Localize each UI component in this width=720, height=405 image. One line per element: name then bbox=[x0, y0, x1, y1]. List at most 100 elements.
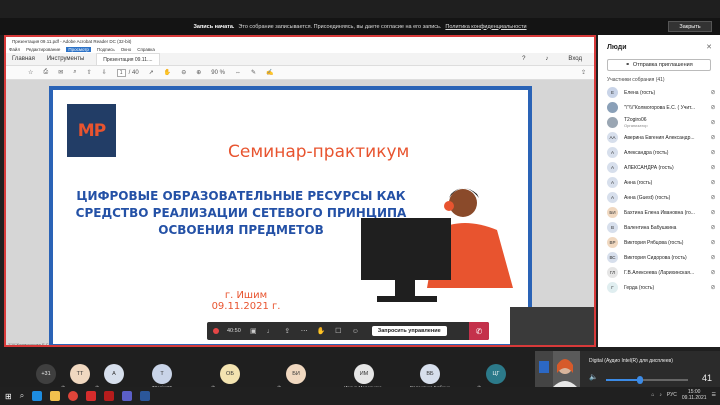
find-icon[interactable]: ⌕ bbox=[73, 69, 76, 76]
search-icon[interactable]: ⌕ bbox=[20, 391, 24, 401]
comment-icon[interactable]: ✎ bbox=[251, 69, 256, 76]
participant-name-block: Елена (гость) bbox=[624, 90, 706, 96]
participant-row[interactable]: А АЛЕКСАНДРА (гость) ⊘ bbox=[598, 160, 720, 175]
presentation-slide: MP Семинар-практикум ЦИФРОВЫЕ ОБРАЗОВАТЕ… bbox=[49, 86, 532, 345]
participant-row[interactable]: А Анна (гость) ⊘ bbox=[598, 175, 720, 190]
tab-tools[interactable]: Инструменты bbox=[41, 56, 90, 62]
prev-page-icon[interactable]: ⇧ bbox=[87, 69, 92, 76]
sign-icon[interactable]: ✍ bbox=[266, 69, 273, 76]
volume-tray-icon[interactable]: ♪ bbox=[659, 392, 662, 398]
clock[interactable]: 15:00 09.11.2021 bbox=[682, 389, 707, 401]
video-tile[interactable]: БИ⊘ bbox=[277, 364, 306, 391]
fit-icon[interactable]: ⇔ bbox=[235, 70, 241, 76]
microphone-icon[interactable]: ♩ bbox=[266, 327, 275, 336]
request-control-button[interactable]: Запросить управление bbox=[371, 326, 447, 336]
send-invite-button[interactable]: ⚭ Отправка приглашения bbox=[607, 59, 711, 71]
video-strip: +31 ТТ⊘А⊘ TT2ogiro06 ОБ⊘ БИ⊘ ИМИрина Молосник… bbox=[0, 347, 580, 391]
mic-muted-icon: ⊘ bbox=[710, 105, 716, 111]
acrobat-icon[interactable] bbox=[104, 391, 115, 401]
participant-name-block: T2ogiro06 Организатор bbox=[624, 117, 706, 129]
chat-icon[interactable]: ☐ bbox=[334, 327, 343, 336]
menu-item-5[interactable]: Справка bbox=[137, 47, 155, 52]
participant-row[interactable]: Г Герда (гость) ⊘ bbox=[598, 280, 720, 295]
network-icon[interactable]: ⌂ bbox=[651, 392, 654, 398]
help-icon[interactable]: ? bbox=[516, 56, 531, 62]
participant-row[interactable]: ГЛ Г.В.Алексеева (Ларихинская... ⊘ bbox=[598, 265, 720, 280]
menu-item-2[interactable]: Просмотр bbox=[66, 46, 91, 52]
participant-row[interactable]: А Александра (гость) ⊘ bbox=[598, 145, 720, 160]
mic-muted-icon: ⊘ bbox=[710, 285, 716, 291]
menu-item-1[interactable]: Редактирование bbox=[26, 47, 60, 52]
tab-home[interactable]: Главная bbox=[6, 56, 41, 62]
video-tile[interactable]: TT2ogiro06 bbox=[152, 364, 172, 390]
participant-row[interactable]: ВР Виктория Рябцова (гость) ⊘ bbox=[598, 235, 720, 250]
video-tile[interactable]: ОБ⊘ bbox=[211, 364, 240, 391]
participant-row[interactable]: БИ Бахтина Елена Ивановна (го... ⊘ bbox=[598, 205, 720, 220]
volume-knob[interactable] bbox=[636, 376, 643, 384]
participant-row[interactable]: В Валентина Бабушкина ⊘ bbox=[598, 220, 720, 235]
close-icon[interactable]: ✕ bbox=[706, 43, 720, 51]
teams-icon[interactable] bbox=[122, 391, 133, 401]
windows-start-icon[interactable]: ⊞ bbox=[5, 392, 12, 401]
participant-row[interactable]: АА Аверина Евгения Александр... ⊘ bbox=[598, 130, 720, 145]
tile-initials: T bbox=[160, 371, 164, 377]
speaker-icon[interactable]: 🔈 bbox=[589, 373, 598, 381]
menu-item-4[interactable]: Окно bbox=[121, 47, 131, 52]
video-tile[interactable]: +31 bbox=[36, 364, 56, 384]
video-tile[interactable]: ВБВалентина Бабушк... bbox=[410, 364, 453, 390]
share-icon[interactable]: ⇪ bbox=[581, 69, 586, 76]
next-page-icon[interactable]: ⇩ bbox=[102, 69, 107, 76]
menu-item-0[interactable]: Файл bbox=[9, 47, 20, 52]
mic-muted-icon: ⊘ bbox=[710, 165, 716, 171]
privacy-link[interactable]: Политика конфиденциальности bbox=[445, 24, 526, 30]
participant-avatar: АА bbox=[607, 132, 618, 143]
zoom-level[interactable]: 90 % bbox=[211, 70, 225, 76]
bell-icon[interactable]: ♪ bbox=[539, 56, 554, 62]
language-indicator[interactable]: РУС bbox=[667, 392, 677, 398]
leave-call-button[interactable]: ✆ bbox=[469, 322, 489, 340]
volume-slider[interactable] bbox=[606, 376, 688, 384]
mic-muted-icon: ⊘ bbox=[710, 180, 716, 186]
page-input[interactable]: 1 bbox=[116, 68, 126, 77]
chrome-icon[interactable] bbox=[68, 391, 79, 401]
page-total: / 40 bbox=[128, 69, 139, 76]
hand-icon[interactable]: ✋ bbox=[164, 69, 171, 76]
participant-name-block: Анна (Guest) (гость) bbox=[624, 195, 706, 201]
cursor-icon[interactable]: ➚ bbox=[149, 69, 154, 76]
menu-item-3[interactable]: Подпись bbox=[97, 47, 115, 52]
video-tile[interactable]: ТТ⊘ bbox=[61, 364, 90, 391]
video-tile[interactable]: ИМИрина Молоснико... bbox=[344, 364, 385, 390]
video-tile[interactable]: ЦГ⊘ bbox=[477, 364, 506, 391]
raise-hand-icon[interactable]: ✋ bbox=[317, 327, 326, 336]
participant-row[interactable]: T2ogiro06 Организатор ⊘ bbox=[598, 115, 720, 130]
signin-button[interactable]: Вход bbox=[562, 56, 588, 62]
document-tab[interactable]: Презентация 09.11.... bbox=[96, 53, 160, 65]
share-tray-icon[interactable]: ⇪ bbox=[283, 327, 292, 336]
participant-row[interactable]: "\"\\\"Колмогорова Е.С. ( Учит... ⊘ bbox=[598, 100, 720, 115]
participant-name-block: "\"\\\"Колмогорова Е.С. ( Учит... bbox=[624, 105, 706, 111]
star-icon[interactable]: ☆ bbox=[28, 69, 33, 76]
participant-row[interactable]: А Анна (Guest) (гость) ⊘ bbox=[598, 190, 720, 205]
participant-row[interactable]: ВС Виктория Сидорова (гость) ⊘ bbox=[598, 250, 720, 265]
banner-close-button[interactable]: Закрыть bbox=[668, 21, 712, 32]
notifications-icon[interactable]: ☰ bbox=[712, 392, 716, 398]
explorer-icon[interactable] bbox=[50, 391, 61, 401]
edge-icon[interactable] bbox=[32, 391, 43, 401]
participant-name: Виктория Сидорова (гость) bbox=[624, 254, 687, 261]
camera-icon[interactable]: ▣ bbox=[249, 327, 258, 336]
word-icon[interactable] bbox=[140, 391, 151, 401]
participants-section-header[interactable]: Участники собрания (41) bbox=[598, 71, 720, 85]
acrobat-toolbar: ☆ ⎙ ✉ ⌕ ⇧ ⇩ 1 / 40 ➚ ✋ ⊖ ⊕ 90 % ⇔ ✎ ✍ ⇪ bbox=[6, 66, 594, 80]
video-tile[interactable]: А⊘ bbox=[95, 364, 124, 391]
participant-row[interactable]: Е Елена (гость) ⊘ bbox=[598, 85, 720, 100]
tile-initials: +31 bbox=[41, 371, 51, 377]
participant-avatar: А bbox=[607, 177, 618, 188]
participants-icon[interactable]: ☺ bbox=[351, 327, 360, 336]
mail-icon[interactable]: ✉ bbox=[58, 69, 63, 76]
yandex-icon[interactable] bbox=[86, 391, 97, 401]
more-actions-icon[interactable]: ⋯ bbox=[300, 327, 309, 336]
zoom-in-icon[interactable]: ⊕ bbox=[196, 69, 201, 76]
tile-initials: БИ bbox=[292, 371, 300, 377]
print-icon[interactable]: ⎙ bbox=[43, 69, 48, 76]
zoom-out-icon[interactable]: ⊖ bbox=[181, 69, 186, 76]
